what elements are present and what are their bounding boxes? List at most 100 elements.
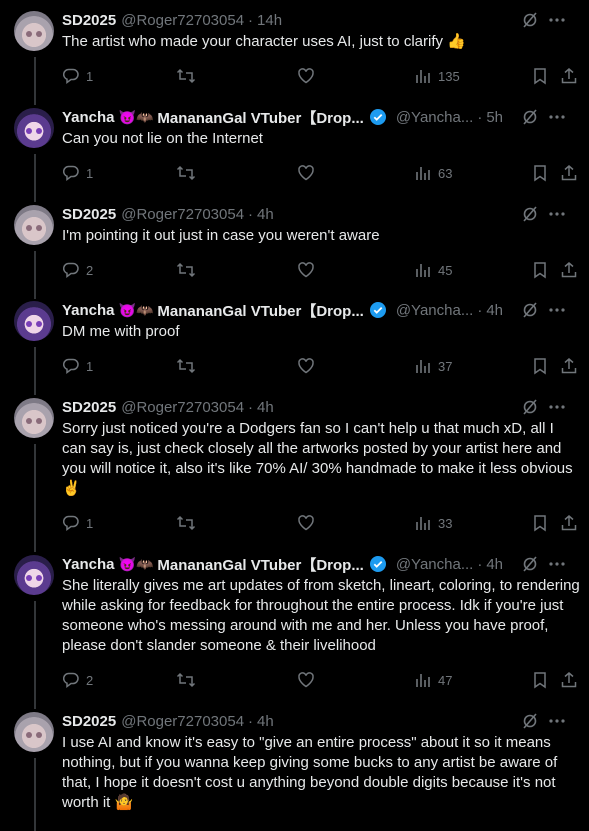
user-handle[interactable]: @Roger72703054 xyxy=(121,12,244,29)
tweet-text: The artist who made your character uses … xyxy=(62,33,466,50)
timestamp[interactable]: 4h xyxy=(257,399,274,416)
bookmark-button[interactable] xyxy=(532,670,548,690)
grok-icon[interactable] xyxy=(521,300,539,320)
name-emojis: 😈🦇 xyxy=(118,301,154,318)
display-name[interactable]: Yancha xyxy=(62,556,115,573)
display-name[interactable]: SD2025 xyxy=(62,12,116,29)
share-icon xyxy=(561,165,577,181)
grok-icon[interactable] xyxy=(521,554,539,574)
avatar[interactable] xyxy=(14,205,54,245)
bookmark-button[interactable] xyxy=(532,163,548,183)
more-icon[interactable] xyxy=(547,300,567,320)
like-button[interactable] xyxy=(297,356,321,376)
display-name[interactable]: SD2025 xyxy=(62,399,116,416)
reply-icon xyxy=(62,262,79,278)
view-count: 63 xyxy=(438,165,453,181)
grok-icon[interactable] xyxy=(521,10,539,30)
more-icon[interactable] xyxy=(547,554,567,574)
more-icon[interactable] xyxy=(547,107,567,127)
bookmark-button[interactable] xyxy=(532,513,548,533)
avatar[interactable] xyxy=(14,108,54,148)
tweet-actions: 1 33 xyxy=(62,513,579,535)
tweet-text: She literally gives me art updates of fr… xyxy=(62,577,580,654)
thread-line xyxy=(34,251,36,299)
avatar[interactable] xyxy=(14,11,54,51)
views-button[interactable]: 135 xyxy=(414,66,460,86)
thread-line xyxy=(34,444,36,552)
like-button[interactable] xyxy=(297,670,321,690)
timestamp[interactable]: 5h xyxy=(486,109,503,126)
timestamp[interactable]: 4h xyxy=(486,302,503,319)
retweet-button[interactable] xyxy=(176,66,196,86)
display-name-suffix[interactable]: ManananGal VTuber【Drop... xyxy=(157,300,363,321)
reply-button[interactable]: 1 xyxy=(62,513,93,533)
retweet-button[interactable] xyxy=(176,670,196,690)
tweet-header: Yancha 😈🦇 ManananGal VTuber【Drop... @Yan… xyxy=(62,107,577,127)
heart-icon xyxy=(298,165,314,181)
views-icon xyxy=(416,360,430,373)
bookmark-icon xyxy=(534,672,546,689)
timestamp[interactable]: 4h xyxy=(257,713,274,730)
display-name-suffix[interactable]: ManananGal VTuber【Drop... xyxy=(157,554,363,575)
user-handle[interactable]: @Yancha... xyxy=(396,556,474,573)
share-button[interactable] xyxy=(560,260,578,280)
like-button[interactable] xyxy=(297,66,321,86)
user-handle[interactable]: @Yancha... xyxy=(396,302,474,319)
views-button[interactable]: 37 xyxy=(414,356,452,376)
user-handle[interactable]: @Roger72703054 xyxy=(121,206,244,223)
user-handle[interactable]: @Yancha... xyxy=(396,109,474,126)
views-button[interactable]: 45 xyxy=(414,260,452,280)
more-icon[interactable] xyxy=(547,10,567,30)
reply-button[interactable]: 2 xyxy=(62,260,93,280)
more-icon[interactable] xyxy=(547,204,567,224)
bookmark-icon xyxy=(534,262,546,279)
timestamp[interactable]: 4h xyxy=(257,206,274,223)
views-button[interactable]: 47 xyxy=(414,670,452,690)
more-icon[interactable] xyxy=(547,397,567,417)
display-name[interactable]: SD2025 xyxy=(62,713,116,730)
like-button[interactable] xyxy=(297,260,321,280)
bookmark-button[interactable] xyxy=(532,356,548,376)
tweet-header: Yancha 😈🦇 ManananGal VTuber【Drop... @Yan… xyxy=(62,300,577,320)
bookmark-button[interactable] xyxy=(532,260,548,280)
display-name-suffix[interactable]: ManananGal VTuber【Drop... xyxy=(157,107,363,128)
user-handle[interactable]: @Roger72703054 xyxy=(121,713,244,730)
grok-icon[interactable] xyxy=(521,204,539,224)
avatar[interactable] xyxy=(14,398,54,438)
retweet-button[interactable] xyxy=(176,163,196,183)
reply-button[interactable]: 1 xyxy=(62,66,93,86)
retweet-button[interactable] xyxy=(176,513,196,533)
retweet-button[interactable] xyxy=(176,356,196,376)
like-button[interactable] xyxy=(297,163,321,183)
display-name[interactable]: Yancha xyxy=(62,109,115,126)
views-icon xyxy=(416,264,430,277)
reply-count: 2 xyxy=(86,262,94,278)
display-name[interactable]: SD2025 xyxy=(62,206,116,223)
display-name[interactable]: Yancha xyxy=(62,302,115,319)
avatar[interactable] xyxy=(14,301,54,341)
bookmark-icon xyxy=(534,515,546,532)
views-button[interactable]: 33 xyxy=(414,513,452,533)
reply-button[interactable]: 2 xyxy=(62,670,93,690)
grok-icon[interactable] xyxy=(521,107,539,127)
user-handle[interactable]: @Roger72703054 xyxy=(121,399,244,416)
share-button[interactable] xyxy=(560,163,578,183)
like-button[interactable] xyxy=(297,513,321,533)
reply-button[interactable]: 1 xyxy=(62,356,93,376)
reply-count: 1 xyxy=(86,68,94,84)
retweet-button[interactable] xyxy=(176,260,196,280)
reply-button[interactable]: 1 xyxy=(62,163,93,183)
timestamp[interactable]: 4h xyxy=(486,556,503,573)
bookmark-button[interactable] xyxy=(532,66,548,86)
share-button[interactable] xyxy=(560,513,578,533)
more-icon[interactable] xyxy=(547,711,567,731)
share-button[interactable] xyxy=(560,66,578,86)
share-button[interactable] xyxy=(560,670,578,690)
avatar[interactable] xyxy=(14,712,54,752)
timestamp[interactable]: 14h xyxy=(257,12,282,29)
views-button[interactable]: 63 xyxy=(414,163,452,183)
share-button[interactable] xyxy=(560,356,578,376)
grok-icon[interactable] xyxy=(521,711,539,731)
avatar[interactable] xyxy=(14,555,54,595)
grok-icon[interactable] xyxy=(521,397,539,417)
